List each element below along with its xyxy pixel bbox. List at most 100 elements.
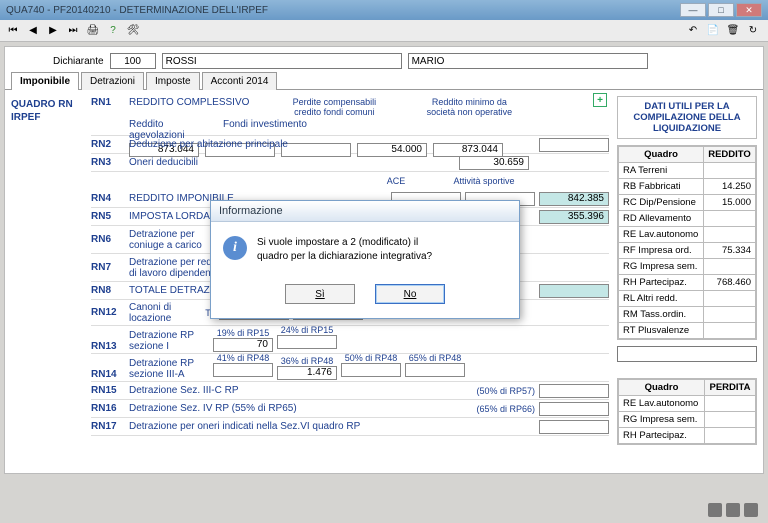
rn1-col1: Reddito agevolazioni [129, 119, 219, 141]
rn15-code: RN15 [91, 385, 125, 396]
reddito-table-panel: QuadroREDDITO RA Terreni RB Fabbricati14… [617, 145, 757, 340]
liquidazione-title: DATI UTILI PER LA COMPILAZIONE DELLA LIQ… [618, 97, 756, 138]
status-dot-icon [744, 503, 758, 517]
totale-reddito-input[interactable] [617, 346, 757, 362]
tab-acconti[interactable]: Acconti 2014 [202, 72, 278, 90]
window-titlebar: QUA740 - PF20140210 - DETERMINAZIONE DEL… [0, 0, 768, 20]
rn14-v2[interactable]: 1.476 [277, 366, 337, 380]
rn1-col4: Reddito minimo da società non operative [419, 97, 519, 117]
rn14-v3[interactable] [341, 363, 401, 377]
nav-first-icon[interactable]: ⏮ [4, 22, 22, 40]
rn3-title: Oneri deducibili [129, 157, 455, 168]
table-row: RA Terreni [619, 163, 756, 179]
liquidazione-panel: DATI UTILI PER LA COMPILAZIONE DELLA LIQ… [617, 96, 757, 139]
copy-icon[interactable]: 📄 [704, 22, 722, 40]
rn13-desc: Detrazione RPsezione I [129, 330, 209, 352]
rn7-code: RN7 [91, 262, 125, 273]
dialog-message: Si vuole impostare a 2 (modificato) il q… [257, 236, 507, 264]
info-icon: i [223, 236, 247, 260]
dialog-title: Informazione [211, 201, 519, 222]
undo-icon[interactable]: ↶ [684, 22, 702, 40]
print-icon[interactable]: 🖨 [84, 22, 102, 40]
table-row: RE Lav.autonomo [619, 227, 756, 243]
minimize-button[interactable]: — [680, 3, 706, 17]
table-row: RT Plusvalenze [619, 323, 756, 339]
rn1-title: REDDITO COMPLESSIVO [129, 97, 249, 117]
rn14-v4[interactable] [405, 363, 465, 377]
tab-imponibile[interactable]: Imponibile [11, 72, 79, 90]
ace-label: ACE [357, 176, 435, 186]
rn2-v[interactable] [539, 138, 609, 152]
rn14-c4: 65% di RP48 [405, 353, 465, 363]
rn16-pct: (65% di RP66) [476, 404, 535, 414]
tab-imposte[interactable]: Imposte [146, 72, 200, 90]
table-row: RH Partecipaz.768.460 [619, 275, 756, 291]
add-row-button[interactable]: + [593, 93, 607, 107]
rn12-code: RN12 [91, 307, 125, 318]
rn5-v[interactable]: 355.396 [539, 210, 609, 224]
rn17-v[interactable] [539, 420, 609, 434]
main-toolbar: ⏮ ◀ ▶ ⏭ 🖨 ? 🛠 ↶ 📄 🗑 ↻ [0, 20, 768, 42]
rn4-code: RN4 [91, 193, 125, 204]
rn2-code: RN2 [91, 139, 125, 150]
table-row: RF Impresa ord.75.334 [619, 243, 756, 259]
table-row: RE Lav.autonomo [619, 396, 756, 412]
no-button[interactable]: No [375, 284, 445, 304]
rn13-v2[interactable] [277, 335, 337, 349]
rn13-c2: 24% di RP15 [277, 325, 337, 335]
rn15-title: Detrazione Sez. III-C RP [129, 385, 472, 396]
rn3-v[interactable]: 30.659 [459, 156, 529, 170]
tools-icon[interactable]: 🛠 [124, 22, 142, 40]
table-row: RG Impresa sem. [619, 412, 756, 428]
nav-next-icon[interactable]: ▶ [44, 22, 62, 40]
perdita-hdr-perdita: PERDITA [705, 380, 756, 396]
rn4-v[interactable]: 842.385 [539, 192, 609, 206]
rn14-desc: Detrazione RPsezione III-A [129, 358, 209, 380]
rn5-code: RN5 [91, 211, 125, 222]
tab-detrazioni[interactable]: Detrazioni [81, 72, 144, 90]
rn16-title: Detrazione Sez. IV RP (55% di RP65) [129, 403, 472, 414]
rn12-desc: Canoni dilocazione [129, 302, 171, 324]
rn16-code: RN16 [91, 403, 125, 414]
maximize-button[interactable]: □ [708, 3, 734, 17]
reddito-hdr-reddito: REDDITO [704, 147, 756, 163]
section-title-line2: IRPEF [11, 111, 83, 124]
yes-button[interactable]: Sì [285, 284, 355, 304]
tab-bar: Imponibile Detrazioni Imposte Acconti 20… [5, 71, 763, 90]
rn14-code: RN14 [91, 369, 125, 380]
section-title-line1: QUADRO RN [11, 98, 83, 111]
table-row: RB Fabbricati14.250 [619, 179, 756, 195]
rn8-code: RN8 [91, 285, 125, 296]
rn2-title: Deduzione per abitazione principale [129, 139, 535, 150]
rn6-code: RN6 [91, 234, 125, 245]
table-row: RC Dip/Pensione15.000 [619, 195, 756, 211]
status-dot-icon [708, 503, 722, 517]
rn14-v1[interactable] [213, 363, 273, 377]
table-row: RL Altri redd. [619, 291, 756, 307]
declarant-code-input[interactable] [110, 53, 156, 69]
refresh-icon[interactable]: ↻ [744, 22, 762, 40]
table-row: RD Allevamento [619, 211, 756, 227]
declarant-surname-input[interactable] [162, 53, 402, 69]
declarant-name-input[interactable] [408, 53, 648, 69]
nav-last-icon[interactable]: ⏭ [64, 22, 82, 40]
rn3-code: RN3 [91, 157, 125, 168]
help-icon[interactable]: ? [104, 22, 122, 40]
reddito-hdr-quadro: Quadro [619, 147, 704, 163]
close-button[interactable]: ✕ [736, 3, 762, 17]
rn13-code: RN13 [91, 341, 125, 352]
rn14-c1: 41% di RP48 [213, 353, 273, 363]
rn13-v1[interactable]: 70 [213, 338, 273, 352]
reddito-table: QuadroREDDITO RA Terreni RB Fabbricati14… [618, 146, 756, 339]
perdita-table-panel: QuadroPERDITA RE Lav.autonomo RG Impresa… [617, 378, 757, 445]
rn8-v[interactable] [539, 284, 609, 298]
rn15-pct: (50% di RP57) [476, 386, 535, 396]
delete-icon[interactable]: 🗑 [724, 22, 742, 40]
section-title: QUADRO RN IRPEF [11, 96, 83, 444]
table-row: RG Impresa sem. [619, 259, 756, 275]
right-panels: DATI UTILI PER LA COMPILAZIONE DELLA LIQ… [617, 96, 757, 444]
status-bar-icons [708, 503, 758, 517]
rn15-v[interactable] [539, 384, 609, 398]
nav-prev-icon[interactable]: ◀ [24, 22, 42, 40]
rn16-v[interactable] [539, 402, 609, 416]
